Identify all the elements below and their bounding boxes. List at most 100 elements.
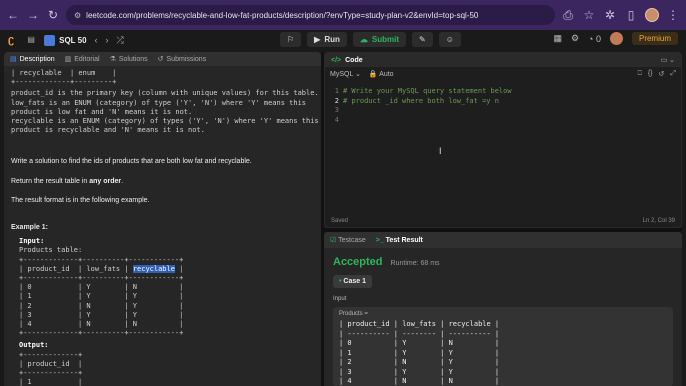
auto-mode-label: Auto (379, 71, 394, 78)
cast-icon[interactable]: ⎙ (561, 8, 575, 22)
order-suffix: . (121, 177, 124, 185)
input-label: Input (333, 296, 347, 302)
premium-button[interactable]: Premium (631, 32, 678, 45)
tab-test-result-label: Test Result (385, 236, 423, 244)
schema-notes: product_id is the primary key (column wi… (11, 89, 319, 135)
code-editor[interactable]: 1 2 3 4 # Write your MySQL query stateme… (325, 81, 681, 125)
header-pre: | product_id | low_fats | (19, 264, 133, 273)
notes-button[interactable]: ✎ (412, 32, 433, 47)
tab-testcase[interactable]: ☑ Testcase (330, 236, 366, 244)
browser-toolbar: ← → ↻ ⚙ leetcode.com/problems/recyclable… (0, 0, 686, 30)
input-box: Products = | product_id | low_fats | rec… (333, 307, 673, 386)
description-panel: ▤ Description ▥ Editorial ⚗ Solutions ↺ Subm… (4, 52, 321, 386)
problem-list-selector[interactable]: SQL 50 (44, 34, 87, 46)
format-code-icon[interactable]: {} (648, 70, 653, 78)
code-header: </> Code ▭ ⌄ (325, 53, 681, 67)
code-panel: </> Code ▭ ⌄ MySQL ⌄ 🔒 Auto ⎕ {} ↺ ⤢ 1 2… (324, 52, 682, 228)
address-bar[interactable]: ⚙ leetcode.com/problems/recyclable-and-l… (66, 5, 555, 25)
problem-description: | recyclable | enum | +-------------+---… (4, 66, 321, 386)
highlighted-recyclable: recyclable (132, 264, 175, 273)
result-status: Accepted Runtime: 68 ms (324, 248, 682, 268)
tab-submissions-label: Submissions (166, 55, 207, 63)
example-table-top: +-------------+----------+------------+ (19, 255, 184, 264)
schema-table-tail: | recyclable | enum | +-------------+---… (11, 69, 117, 87)
prev-problem-icon[interactable]: ‹ (95, 35, 98, 45)
run-label: Run (324, 35, 340, 44)
case-1-tab[interactable]: • Case 1 (333, 275, 372, 288)
solutions-icon: ⚗ (109, 56, 116, 63)
submit-label: Submit (371, 35, 399, 44)
runtime-label: Runtime: 68 ms (390, 260, 440, 267)
problem-list-name: SQL 50 (59, 35, 87, 45)
example-input-label: Input: (19, 237, 45, 246)
tab-description[interactable]: ▤ Description (10, 55, 55, 64)
shuffle-icon[interactable]: ⤮ (117, 35, 124, 46)
language-select[interactable]: MySQL ⌄ (330, 70, 361, 78)
user-avatar[interactable] (609, 32, 623, 45)
panel-toggle-icon[interactable]: ▤ (24, 33, 38, 47)
mouse-ibeam-icon: I (439, 146, 442, 156)
input-table: | product_id | low_fats | recyclable | |… (339, 320, 500, 385)
app-header: ʗ ▤ SQL 50 ‹ › ⤮ ⚐ ▶ Run ☁ Submit ✎ ☺ ▦ … (0, 30, 686, 50)
products-label: Products = (339, 311, 368, 317)
next-problem-icon[interactable]: › (106, 35, 109, 45)
format-statement: The result format is in the following ex… (11, 196, 150, 204)
tab-solutions[interactable]: ⚗ Solutions (109, 55, 148, 64)
url-text: leetcode.com/problems/recyclable-and-low… (86, 10, 479, 20)
example-output-label: Output: (19, 341, 49, 350)
tab-submissions[interactable]: ↺ Submissions (157, 55, 207, 64)
code-footer: Saved Ln 2, Col 39 (325, 218, 681, 224)
browser-menu-icon[interactable]: ⋮ (666, 8, 680, 22)
auto-mode[interactable]: 🔒 Auto (369, 70, 394, 78)
profile-avatar[interactable] (645, 8, 659, 22)
reset-icon[interactable]: ↺ (659, 70, 665, 78)
extensions-icon[interactable]: ✲ (603, 8, 617, 22)
accepted-label: Accepted (333, 256, 383, 268)
code-icon: </> (331, 56, 342, 64)
settings-icon[interactable]: ⚙ (571, 33, 579, 44)
case-dot-icon: • (339, 278, 342, 285)
task-statement: Write a solution to find the ids of prod… (11, 158, 252, 166)
tab-solutions-label: Solutions (118, 55, 148, 63)
code-lines: # Write your MySQL query statement below… (343, 87, 512, 125)
code-line: # product _id where both low_fat =y n (343, 96, 499, 105)
back-icon[interactable]: ← (6, 8, 20, 22)
fullscreen-icon[interactable]: ⤢ (670, 70, 676, 78)
tab-description-label: Description (19, 55, 55, 63)
share-button[interactable]: ☺ (438, 32, 461, 47)
submissions-icon: ↺ (157, 56, 164, 63)
example-output-table: +-------------+ | product_id | +--------… (19, 350, 83, 386)
tab-editorial[interactable]: ▥ Editorial (65, 55, 100, 64)
code-panel-menu-icon[interactable]: ▭ ⌄ (661, 56, 675, 64)
tab-test-result[interactable]: >_ Test Result (376, 237, 423, 244)
result-tabs: ☑ Testcase >_ Test Result (324, 232, 682, 248)
example-body: Input: Products table: +-------------+--… (11, 237, 314, 386)
bookmark-star-icon[interactable]: ☆ (582, 8, 596, 22)
run-button[interactable]: ▶ Run (307, 32, 347, 47)
layout-icon[interactable]: ▦ (553, 33, 562, 44)
reload-icon[interactable]: ↻ (46, 8, 60, 22)
submit-button[interactable]: ☁ Submit (352, 32, 406, 47)
forward-icon[interactable]: → (26, 8, 40, 22)
example-table-header: | product_id | low_fats | recyclable | (19, 264, 314, 274)
language-label: MySQL (330, 71, 354, 78)
header-post: | (174, 264, 184, 273)
example-table-rows: +-------------+----------+------------+ … (19, 274, 184, 338)
save-status: Saved (331, 218, 349, 224)
leetcode-logo-icon[interactable]: ʗ (8, 34, 14, 46)
case-label: Case 1 (343, 278, 366, 285)
streak-counter[interactable]: ◔ 0 (588, 34, 601, 44)
result-panel: ☑ Testcase >_ Test Result Accepted Runti… (324, 232, 682, 386)
order-prefix: Return the result table in (11, 177, 90, 185)
line-number: 2 (334, 96, 339, 105)
sidebar-icon[interactable]: ▯ (624, 8, 638, 22)
site-info-icon[interactable]: ⚙ (74, 11, 81, 20)
bookmark-icon[interactable]: ⎕ (638, 70, 642, 78)
left-tabs: ▤ Description ▥ Editorial ⚗ Solutions ↺ Subm… (4, 52, 321, 66)
streak-count: 0 (595, 33, 601, 44)
debug-button[interactable]: ⚐ (280, 32, 302, 47)
code-line: # Write your MySQL query statement below (343, 87, 512, 95)
line-number: 1 (334, 87, 339, 95)
